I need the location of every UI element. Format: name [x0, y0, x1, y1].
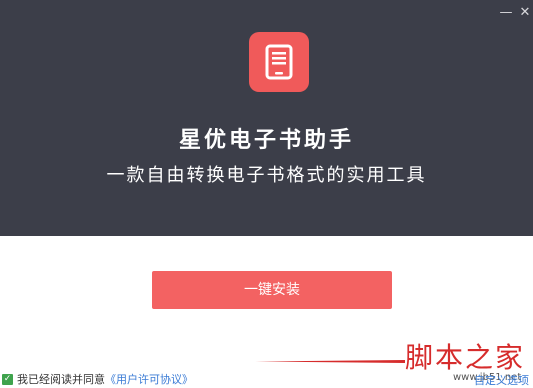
agree-checkbox[interactable]: ✓: [2, 373, 13, 385]
license-link[interactable]: 《用户许可协议》: [105, 371, 193, 387]
ebook-tablet-icon: [265, 44, 293, 80]
close-button[interactable]: ✕: [516, 4, 533, 22]
agreement-row: ✓ 我已经阅读并同意 《用户许可协议》: [2, 370, 193, 388]
header-panel: — ✕ 星优电子书助手 一款自由转换电子书格式的实用工具: [0, 0, 533, 236]
minimize-button[interactable]: —: [497, 4, 515, 22]
watermark-text: 脚本之家: [405, 341, 526, 374]
app-title: 星优电子书助手: [178, 128, 354, 153]
app-subtitle: 一款自由转换电子书格式的实用工具: [106, 165, 427, 186]
app-logo: [249, 32, 309, 92]
install-button[interactable]: 一键安装: [152, 271, 392, 309]
agree-label: 我已经阅读并同意: [17, 373, 105, 386]
custom-options-link[interactable]: 自定义选项: [474, 372, 529, 388]
decorative-red-line: [255, 360, 405, 363]
